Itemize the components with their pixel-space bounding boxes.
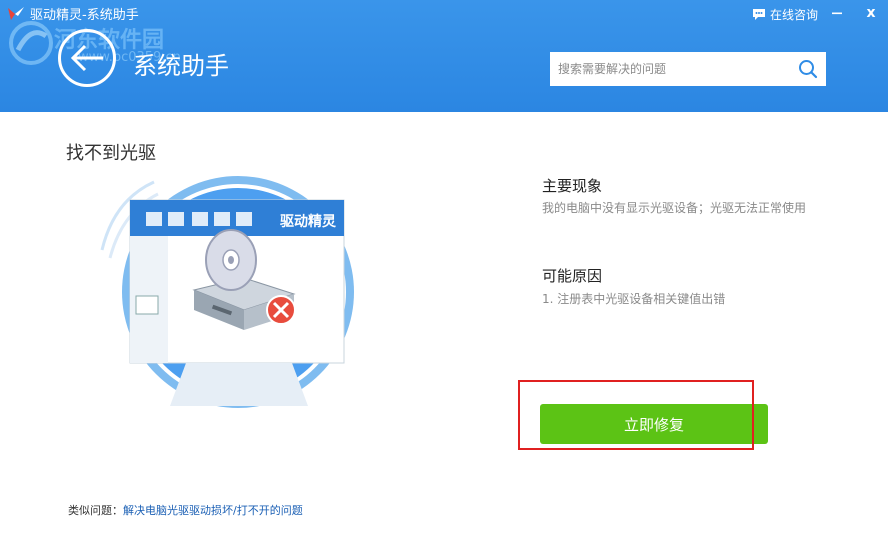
problem-title: 找不到光驱 <box>66 143 156 164</box>
title-bar-header: 驱动精灵-系统助手 河东软件园 www.pc0359.cn 在线咨询 x 系统助… <box>0 0 888 112</box>
minimize-icon <box>832 12 842 15</box>
search-box <box>550 52 826 86</box>
back-button[interactable] <box>58 29 116 87</box>
online-consult-label: 在线咨询 <box>770 7 819 22</box>
arrow-left-icon <box>70 44 103 72</box>
close-button[interactable]: x <box>856 0 886 26</box>
symptom-description: 我的电脑中没有显示光驱设备；光驱无法正常使用 <box>542 201 807 215</box>
search-input[interactable] <box>550 52 798 86</box>
close-icon: x <box>866 5 876 21</box>
screen-brand: 驱动精灵 <box>280 213 337 230</box>
cause-title: 可能原因 <box>542 267 603 285</box>
watermark-logo-icon <box>9 21 53 65</box>
minimize-button[interactable] <box>822 0 852 26</box>
similar-issues-label: 类似问题： <box>68 504 123 517</box>
cause-description: 1. 注册表中光驱设备相关键值出错 <box>542 292 726 306</box>
similar-issues: 类似问题：解决电脑光驱驱动损坏/打不开的问题 <box>68 502 303 518</box>
cd-drive-error-illustration: 驱动精灵 <box>100 176 354 408</box>
page-title: 系统助手 <box>133 52 229 80</box>
symptom-title: 主要现象 <box>542 177 603 195</box>
chat-bubble-icon <box>753 8 765 20</box>
search-icon[interactable] <box>798 59 818 79</box>
similar-issue-link[interactable]: 解决电脑光驱驱动损坏/打不开的问题 <box>123 504 303 517</box>
highlight-box <box>518 380 754 450</box>
online-consult-button[interactable]: 在线咨询 <box>752 5 818 23</box>
